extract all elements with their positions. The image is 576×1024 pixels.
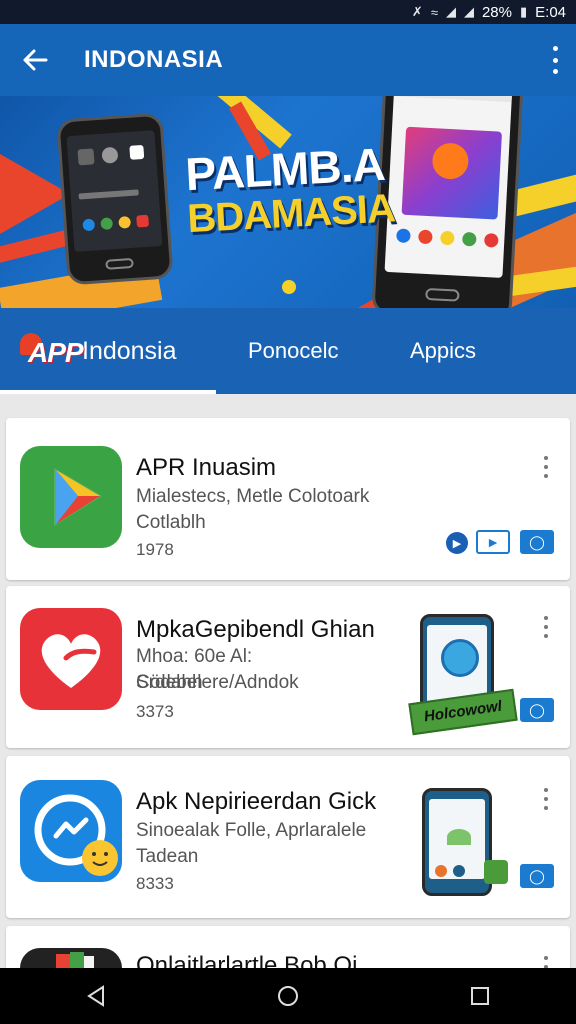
- system-nav-bar: [0, 968, 576, 1024]
- video-icon[interactable]: ►: [476, 530, 510, 554]
- nav-home-button[interactable]: [258, 968, 318, 1024]
- tab-bar: APP Indonsia Ponocelc Appics: [0, 308, 576, 394]
- tab-ponocelc[interactable]: Ponocelc: [248, 308, 339, 394]
- nav-recents-button[interactable]: [450, 968, 510, 1024]
- app-subtitle-2: Cotlablh: [136, 512, 206, 533]
- app-brand-logo: APP: [20, 331, 84, 371]
- camera-icon[interactable]: ◯: [520, 698, 554, 722]
- play-icon[interactable]: ▶: [446, 532, 468, 554]
- list-item[interactable]: MpkaGepibendl Ghian Mhoa: 60e Al: Srdebe…: [6, 586, 570, 748]
- nav-back-button[interactable]: [66, 968, 126, 1024]
- signal-icon: ◢: [445, 4, 456, 19]
- tab-label: Indonsia: [82, 336, 177, 365]
- nav-home-icon: [278, 986, 298, 1006]
- app-bar: INDONASIA: [0, 24, 576, 96]
- arrow-back-icon: [23, 49, 48, 71]
- status-bar: ✗ ≈ ◢ ◢ 28% ▮ E:04: [0, 0, 576, 24]
- tab-appics[interactable]: Appics: [410, 308, 476, 394]
- app-subtitle: Mialestecs, Metle Colotoark: [136, 486, 370, 507]
- clock: E:04: [535, 3, 566, 21]
- messenger-icon: [20, 780, 122, 882]
- camera-icon[interactable]: ◯: [520, 864, 554, 888]
- nav-recents-icon: [471, 987, 489, 1005]
- list-item[interactable]: APR Inuasim Mialestecs, Metle Colotoark …: [6, 418, 570, 580]
- app-preview-image: [422, 788, 492, 896]
- back-button[interactable]: [0, 24, 70, 96]
- wifi-icon: ≈: [430, 4, 438, 20]
- phone-illustration-left: [56, 112, 174, 286]
- brand-logo-text: APP: [28, 337, 84, 368]
- app-count: 1978: [136, 540, 174, 559]
- battery-icon: ▮: [519, 4, 528, 19]
- tab-app-indonesia[interactable]: APP Indonsia: [20, 308, 177, 394]
- nav-back-icon: [87, 985, 104, 1007]
- app-count: 3373: [136, 702, 174, 721]
- app-subtitle-2: Cödahh: [136, 672, 203, 693]
- app-title: Apk Nepirieerdan Gick: [136, 788, 377, 815]
- tab-indicator: [0, 390, 216, 394]
- app-subtitle-2: Tadean: [136, 846, 199, 867]
- list-item[interactable]: Apk Nepirieerdan Gick Sinoealak Folle, A…: [6, 756, 570, 918]
- tab-label: Ponocelc: [248, 338, 339, 363]
- more-vert-icon[interactable]: [542, 788, 550, 810]
- heart-icon: [20, 608, 122, 710]
- app-title: APR Inuasim: [136, 454, 277, 481]
- signal-icon-2: ◢: [463, 4, 474, 19]
- play-store-icon: [20, 446, 122, 548]
- app-subtitle: Sinoealak Folle, Aprlaralele: [136, 820, 367, 841]
- battery-level: 28%: [481, 3, 512, 21]
- more-vert-icon[interactable]: [542, 616, 550, 638]
- app-title: MpkaGepibendl Ghian: [136, 616, 375, 643]
- phone-call-icon: [484, 860, 508, 884]
- more-vert-icon[interactable]: [542, 456, 550, 478]
- tab-label: Appics: [410, 338, 477, 363]
- camera-icon[interactable]: ◯: [520, 530, 554, 554]
- mute-icon: ✗: [411, 4, 423, 19]
- app-count: 8333: [136, 874, 174, 893]
- page-title: INDONASIA: [84, 46, 224, 73]
- banner-title: PALMB.A BDAMASIA: [184, 137, 396, 242]
- banner-title-line2: BDAMASIA: [186, 186, 396, 242]
- more-vert-icon[interactable]: [550, 46, 560, 74]
